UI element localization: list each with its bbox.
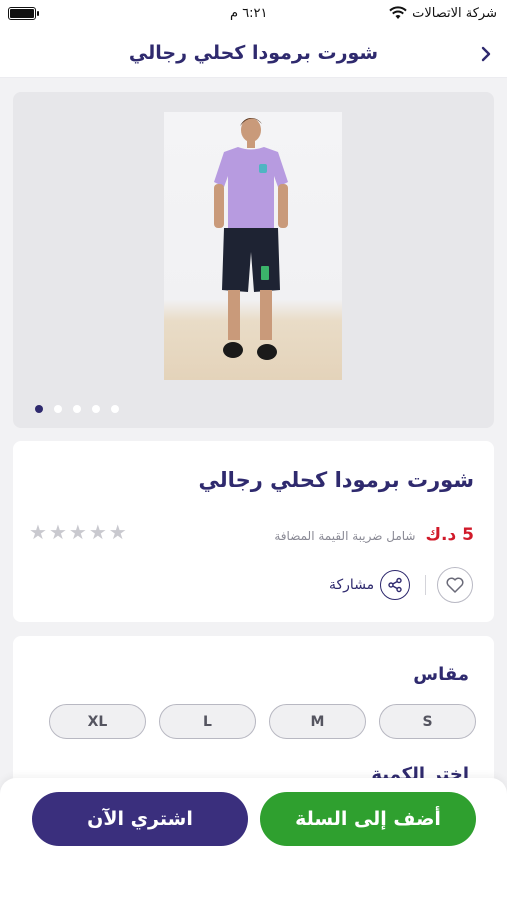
- pagination-dot[interactable]: [73, 405, 81, 413]
- product-image-gallery[interactable]: [13, 92, 494, 428]
- star-icon: ★: [88, 520, 107, 544]
- star-icon: ★: [68, 520, 87, 544]
- share-button[interactable]: مشاركة: [329, 568, 411, 602]
- app-header: شورت برمودا كحلي رجالي: [0, 30, 507, 78]
- star-icon: ★: [29, 520, 47, 544]
- product-price: 5 د.ك: [425, 525, 474, 545]
- wifi-icon: [389, 6, 407, 19]
- price-row: 5 د.ك شامل ضريبة القيمة المضافة: [274, 525, 474, 545]
- status-bar: شركة الاتصالات ٦:٢١ م: [0, 0, 507, 30]
- product-photo: [164, 112, 342, 380]
- favorite-button[interactable]: [437, 567, 473, 603]
- pagination-dot[interactable]: [92, 405, 100, 413]
- gallery-pagination: [35, 405, 119, 413]
- bottom-action-bar: اشتري الآن أضف إلى السلة: [0, 778, 507, 900]
- add-to-cart-button[interactable]: أضف إلى السلة: [260, 792, 476, 846]
- size-options: XL L M S: [49, 704, 476, 739]
- divider: [425, 575, 426, 595]
- size-title: مقاس: [413, 664, 469, 685]
- rating-stars[interactable]: ★ ★ ★ ★ ★: [29, 522, 127, 542]
- page-title: شورت برمودا كحلي رجالي: [128, 42, 379, 64]
- buy-now-button[interactable]: اشتري الآن: [32, 792, 248, 846]
- chevron-right-icon: [481, 46, 491, 62]
- product-info-card: شورت برمودا كحلي رجالي 5 د.ك شامل ضريبة …: [13, 441, 494, 622]
- size-option-l[interactable]: L: [159, 704, 256, 739]
- pagination-dot[interactable]: [54, 405, 62, 413]
- share-label: مشاركة: [329, 577, 375, 593]
- battery-icon: [8, 7, 39, 20]
- heart-icon: [446, 577, 464, 593]
- size-option-xl[interactable]: XL: [49, 704, 146, 739]
- pagination-dot[interactable]: [111, 405, 119, 413]
- product-name: شورت برمودا كحلي رجالي: [198, 468, 474, 492]
- pagination-dot[interactable]: [35, 405, 43, 413]
- size-option-s[interactable]: S: [379, 704, 476, 739]
- share-icon: [380, 570, 411, 600]
- size-option-m[interactable]: M: [269, 704, 366, 739]
- star-icon: ★: [48, 520, 67, 544]
- star-icon: ★: [108, 520, 127, 544]
- vat-note: شامل ضريبة القيمة المضافة: [274, 529, 416, 543]
- carrier-name: شركة الاتصالات: [412, 6, 497, 21]
- back-button[interactable]: [474, 42, 498, 66]
- status-time: ٦:٢١ م: [230, 6, 268, 21]
